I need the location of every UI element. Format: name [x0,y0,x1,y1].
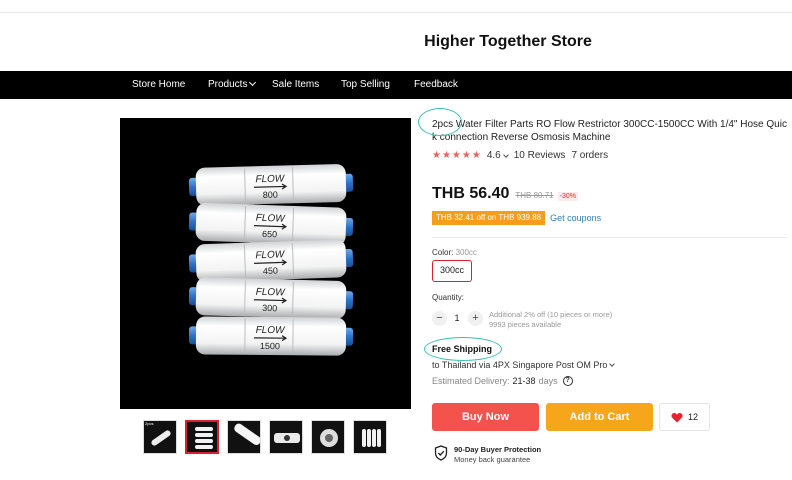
quantity-increase-button[interactable]: + [468,311,483,326]
flow-text: FLOW [256,287,287,299]
quantity-decrease-button[interactable]: − [432,311,447,326]
flow-restrictor-tube: FLOW 300 [188,277,354,319]
price-row: THB 56.40 THB 80.71 -30% [432,185,578,203]
thumb-image [274,433,300,443]
quantity-label: Quantity: [432,293,465,302]
shipping-method[interactable]: to Thailand via 4PX Singapore Post OM Pr… [432,360,616,370]
thumbnail[interactable] [269,420,303,454]
quantity-note: Additional 2% off (10 pieces or more) 99… [489,310,612,330]
flow-rate-label: 650 [262,229,277,240]
nav-feedback[interactable]: Feedback [414,71,458,99]
store-name: Higher Together Store [424,33,592,50]
shipping-method-text: to Thailand via 4PX Singapore Post OM Pr… [432,360,608,370]
wishlist-count: 12 [687,412,698,422]
flow-rate-label: 300 [262,303,277,313]
flow-rate-label: 800 [263,190,278,200]
nav-sale-items[interactable]: Sale Items [272,71,319,99]
flow-restrictor-tube: FLOW 800 [188,164,354,206]
nav-products[interactable]: Products [208,71,257,99]
flow-restrictor-tube: FLOW 450 [188,239,354,283]
buy-now-button[interactable]: Buy Now [432,403,539,431]
thumb-image [234,423,260,446]
color-value: 300cc [455,248,477,257]
rating-value[interactable]: 4.6 [487,150,501,161]
product-title: 2pcs Water Filter Parts RO Flow Restrict… [432,119,787,143]
original-price: THB 80.71 [515,191,554,200]
thumbnail[interactable] [353,420,387,454]
add-to-cart-button[interactable]: Add to Cart [546,403,653,431]
free-shipping-label: Free Shipping [432,344,493,354]
discount-badge: -30% [557,192,578,201]
main-product-image[interactable]: FLOW 800 FLOW 650 FLOW 450 FLOW 300 FLOW 1500 [120,118,411,409]
current-price: THB 56.40 [432,185,510,202]
chevron-down-icon [502,151,509,158]
heart-icon [671,412,683,422]
protection-subtitle: Money back guarantee [454,455,531,464]
flow-restrictor-tube: FLOW 650 [188,202,354,246]
chevron-down-icon [609,361,616,367]
chevron-down-icon [249,78,257,87]
delivery-unit: days [538,376,558,386]
quantity-value[interactable]: 1 [451,313,463,323]
nav-label: Store Home [132,79,186,90]
orders-count: 7 orders [571,150,609,161]
thumbnail[interactable] [185,420,219,454]
help-circle-icon[interactable]: ? [562,376,573,386]
flow-text: FLOW [256,213,287,225]
shield-check-icon [434,445,448,461]
thumb-image [195,427,213,449]
thumbnail[interactable] [311,420,345,454]
estimated-delivery: Estimated Delivery: 21-38 days ? [432,376,573,386]
nav-label: Top Selling [341,79,390,90]
buyer-protection: 90-Day Buyer Protection Money back guara… [434,445,541,465]
rating-row: ★★★★★ 4.6 10 Reviews 7 orders [432,150,608,161]
flow-restrictor-image: FLOW 800 FLOW 650 FLOW 450 FLOW 300 FLOW 1500 [188,164,354,356]
nav-top-selling[interactable]: Top Selling [341,71,390,99]
flow-text: FLOW [255,173,286,185]
get-coupons-link[interactable]: Get coupons [550,213,601,223]
flow-rate-label: 1500 [260,341,280,351]
delivery-value: 21-38 [512,376,536,386]
nav-label: Products [208,79,248,90]
reviews-link[interactable]: 10 Reviews [514,150,566,161]
delivery-label: Estimated Delivery: [432,376,510,386]
stock-note: 9993 pieces available [489,320,562,329]
flow-restrictor-tube: FLOW 1500 [188,316,354,356]
color-label-text: Color: [432,248,454,257]
thumbnail[interactable] [227,420,261,454]
nav-label: Sale Items [272,79,320,90]
protection-title: 90-Day Buyer Protection [454,445,542,454]
bulk-discount-note: Additional 2% off (10 pieces or more) [489,310,613,319]
color-option-300cc[interactable]: 300cc [432,260,472,282]
thumb-image [362,429,381,447]
flow-text: FLOW [256,325,287,336]
color-label: Color: 300cc [432,248,477,257]
thumbnail-tag: 2pcs [145,421,154,426]
wishlist-button[interactable]: 12 [659,403,710,431]
thumb-image [320,429,338,447]
divider [432,237,788,238]
coupon-row: THB 32.41 off on THB 939.88 Get coupons [432,211,601,225]
nav-store-home[interactable]: Store Home [132,71,185,99]
star-rating-icon: ★★★★★ [432,150,482,161]
flow-rate-label: 450 [263,266,278,277]
thumbnail[interactable]: 2pcs [143,420,177,454]
coupon-tag: THB 32.41 off on THB 939.88 [432,211,546,225]
store-navbar: Store Home Products Sale Items Top Selli… [0,71,792,99]
top-divider [0,12,792,13]
flow-text: FLOW [255,249,286,261]
nav-label: Feedback [414,79,458,90]
